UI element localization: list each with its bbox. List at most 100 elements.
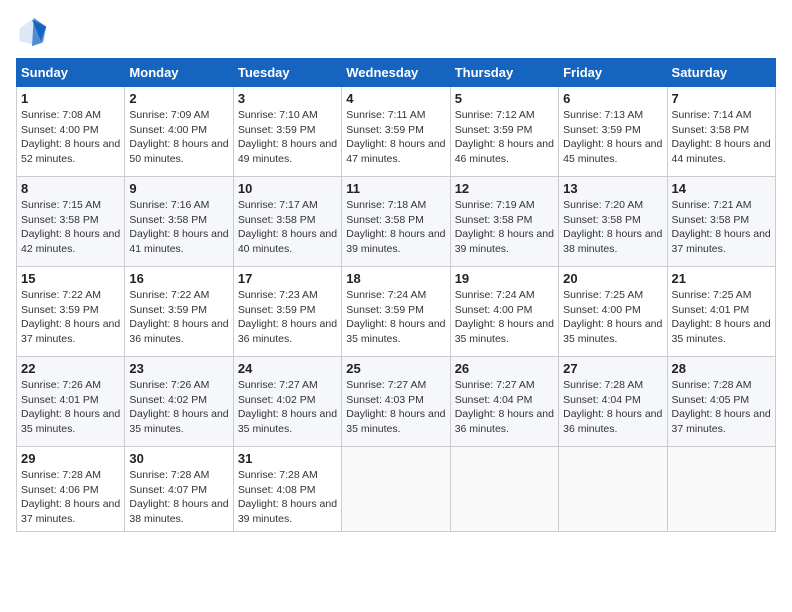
day-info: Sunrise: 7:28 AM Sunset: 4:05 PM Dayligh…: [672, 378, 771, 437]
table-row: 4 Sunrise: 7:11 AM Sunset: 3:59 PM Dayli…: [342, 87, 450, 177]
calendar-week-5: 29 Sunrise: 7:28 AM Sunset: 4:06 PM Dayl…: [17, 447, 776, 532]
day-number: 4: [346, 91, 445, 106]
day-number: 10: [238, 181, 337, 196]
day-info: Sunrise: 7:18 AM Sunset: 3:58 PM Dayligh…: [346, 198, 445, 257]
day-number: 6: [563, 91, 662, 106]
day-info: Sunrise: 7:11 AM Sunset: 3:59 PM Dayligh…: [346, 108, 445, 167]
table-row: 26 Sunrise: 7:27 AM Sunset: 4:04 PM Dayl…: [450, 357, 558, 447]
table-row: [559, 447, 667, 532]
table-row: 12 Sunrise: 7:19 AM Sunset: 3:58 PM Dayl…: [450, 177, 558, 267]
table-row: 14 Sunrise: 7:21 AM Sunset: 3:58 PM Dayl…: [667, 177, 775, 267]
table-row: 10 Sunrise: 7:17 AM Sunset: 3:58 PM Dayl…: [233, 177, 341, 267]
day-number: 24: [238, 361, 337, 376]
day-number: 3: [238, 91, 337, 106]
col-sunday: Sunday: [17, 59, 125, 87]
day-number: 14: [672, 181, 771, 196]
table-row: 21 Sunrise: 7:25 AM Sunset: 4:01 PM Dayl…: [667, 267, 775, 357]
table-row: [342, 447, 450, 532]
day-number: 19: [455, 271, 554, 286]
table-row: 1 Sunrise: 7:08 AM Sunset: 4:00 PM Dayli…: [17, 87, 125, 177]
table-row: 9 Sunrise: 7:16 AM Sunset: 3:58 PM Dayli…: [125, 177, 233, 267]
day-number: 2: [129, 91, 228, 106]
table-row: 3 Sunrise: 7:10 AM Sunset: 3:59 PM Dayli…: [233, 87, 341, 177]
day-number: 18: [346, 271, 445, 286]
table-row: 7 Sunrise: 7:14 AM Sunset: 3:58 PM Dayli…: [667, 87, 775, 177]
calendar-week-1: 1 Sunrise: 7:08 AM Sunset: 4:00 PM Dayli…: [17, 87, 776, 177]
day-info: Sunrise: 7:24 AM Sunset: 4:00 PM Dayligh…: [455, 288, 554, 347]
table-row: 15 Sunrise: 7:22 AM Sunset: 3:59 PM Dayl…: [17, 267, 125, 357]
day-info: Sunrise: 7:27 AM Sunset: 4:03 PM Dayligh…: [346, 378, 445, 437]
table-row: 25 Sunrise: 7:27 AM Sunset: 4:03 PM Dayl…: [342, 357, 450, 447]
day-number: 31: [238, 451, 337, 466]
table-row: 19 Sunrise: 7:24 AM Sunset: 4:00 PM Dayl…: [450, 267, 558, 357]
day-info: Sunrise: 7:22 AM Sunset: 3:59 PM Dayligh…: [21, 288, 120, 347]
day-info: Sunrise: 7:28 AM Sunset: 4:06 PM Dayligh…: [21, 468, 120, 527]
table-row: 31 Sunrise: 7:28 AM Sunset: 4:08 PM Dayl…: [233, 447, 341, 532]
day-info: Sunrise: 7:19 AM Sunset: 3:58 PM Dayligh…: [455, 198, 554, 257]
day-number: 1: [21, 91, 120, 106]
day-number: 8: [21, 181, 120, 196]
col-friday: Friday: [559, 59, 667, 87]
day-info: Sunrise: 7:14 AM Sunset: 3:58 PM Dayligh…: [672, 108, 771, 167]
day-info: Sunrise: 7:24 AM Sunset: 3:59 PM Dayligh…: [346, 288, 445, 347]
table-row: 6 Sunrise: 7:13 AM Sunset: 3:59 PM Dayli…: [559, 87, 667, 177]
day-info: Sunrise: 7:28 AM Sunset: 4:04 PM Dayligh…: [563, 378, 662, 437]
day-number: 27: [563, 361, 662, 376]
day-info: Sunrise: 7:23 AM Sunset: 3:59 PM Dayligh…: [238, 288, 337, 347]
day-number: 26: [455, 361, 554, 376]
day-info: Sunrise: 7:10 AM Sunset: 3:59 PM Dayligh…: [238, 108, 337, 167]
day-info: Sunrise: 7:26 AM Sunset: 4:02 PM Dayligh…: [129, 378, 228, 437]
day-number: 11: [346, 181, 445, 196]
table-row: 30 Sunrise: 7:28 AM Sunset: 4:07 PM Dayl…: [125, 447, 233, 532]
day-info: Sunrise: 7:22 AM Sunset: 3:59 PM Dayligh…: [129, 288, 228, 347]
calendar-header-row: Sunday Monday Tuesday Wednesday Thursday…: [17, 59, 776, 87]
table-row: 22 Sunrise: 7:26 AM Sunset: 4:01 PM Dayl…: [17, 357, 125, 447]
day-info: Sunrise: 7:27 AM Sunset: 4:04 PM Dayligh…: [455, 378, 554, 437]
day-info: Sunrise: 7:25 AM Sunset: 4:01 PM Dayligh…: [672, 288, 771, 347]
table-row: 17 Sunrise: 7:23 AM Sunset: 3:59 PM Dayl…: [233, 267, 341, 357]
col-thursday: Thursday: [450, 59, 558, 87]
logo-icon: [16, 16, 48, 48]
day-info: Sunrise: 7:09 AM Sunset: 4:00 PM Dayligh…: [129, 108, 228, 167]
table-row: 11 Sunrise: 7:18 AM Sunset: 3:58 PM Dayl…: [342, 177, 450, 267]
day-info: Sunrise: 7:20 AM Sunset: 3:58 PM Dayligh…: [563, 198, 662, 257]
logo: [16, 16, 52, 48]
table-row: 16 Sunrise: 7:22 AM Sunset: 3:59 PM Dayl…: [125, 267, 233, 357]
table-row: 13 Sunrise: 7:20 AM Sunset: 3:58 PM Dayl…: [559, 177, 667, 267]
day-number: 17: [238, 271, 337, 286]
day-number: 22: [21, 361, 120, 376]
day-number: 20: [563, 271, 662, 286]
day-number: 9: [129, 181, 228, 196]
table-row: 20 Sunrise: 7:25 AM Sunset: 4:00 PM Dayl…: [559, 267, 667, 357]
day-number: 13: [563, 181, 662, 196]
table-row: 2 Sunrise: 7:09 AM Sunset: 4:00 PM Dayli…: [125, 87, 233, 177]
calendar-table: Sunday Monday Tuesday Wednesday Thursday…: [16, 58, 776, 532]
day-info: Sunrise: 7:25 AM Sunset: 4:00 PM Dayligh…: [563, 288, 662, 347]
day-info: Sunrise: 7:26 AM Sunset: 4:01 PM Dayligh…: [21, 378, 120, 437]
day-info: Sunrise: 7:15 AM Sunset: 3:58 PM Dayligh…: [21, 198, 120, 257]
table-row: 23 Sunrise: 7:26 AM Sunset: 4:02 PM Dayl…: [125, 357, 233, 447]
day-number: 7: [672, 91, 771, 106]
day-number: 16: [129, 271, 228, 286]
col-monday: Monday: [125, 59, 233, 87]
day-info: Sunrise: 7:21 AM Sunset: 3:58 PM Dayligh…: [672, 198, 771, 257]
calendar-week-2: 8 Sunrise: 7:15 AM Sunset: 3:58 PM Dayli…: [17, 177, 776, 267]
day-number: 23: [129, 361, 228, 376]
col-saturday: Saturday: [667, 59, 775, 87]
col-wednesday: Wednesday: [342, 59, 450, 87]
day-info: Sunrise: 7:27 AM Sunset: 4:02 PM Dayligh…: [238, 378, 337, 437]
table-row: 27 Sunrise: 7:28 AM Sunset: 4:04 PM Dayl…: [559, 357, 667, 447]
day-info: Sunrise: 7:12 AM Sunset: 3:59 PM Dayligh…: [455, 108, 554, 167]
table-row: 29 Sunrise: 7:28 AM Sunset: 4:06 PM Dayl…: [17, 447, 125, 532]
table-row: 28 Sunrise: 7:28 AM Sunset: 4:05 PM Dayl…: [667, 357, 775, 447]
table-row: 8 Sunrise: 7:15 AM Sunset: 3:58 PM Dayli…: [17, 177, 125, 267]
day-number: 25: [346, 361, 445, 376]
calendar-week-4: 22 Sunrise: 7:26 AM Sunset: 4:01 PM Dayl…: [17, 357, 776, 447]
day-info: Sunrise: 7:28 AM Sunset: 4:07 PM Dayligh…: [129, 468, 228, 527]
day-number: 12: [455, 181, 554, 196]
day-number: 29: [21, 451, 120, 466]
table-row: 5 Sunrise: 7:12 AM Sunset: 3:59 PM Dayli…: [450, 87, 558, 177]
calendar-week-3: 15 Sunrise: 7:22 AM Sunset: 3:59 PM Dayl…: [17, 267, 776, 357]
day-info: Sunrise: 7:17 AM Sunset: 3:58 PM Dayligh…: [238, 198, 337, 257]
day-info: Sunrise: 7:28 AM Sunset: 4:08 PM Dayligh…: [238, 468, 337, 527]
